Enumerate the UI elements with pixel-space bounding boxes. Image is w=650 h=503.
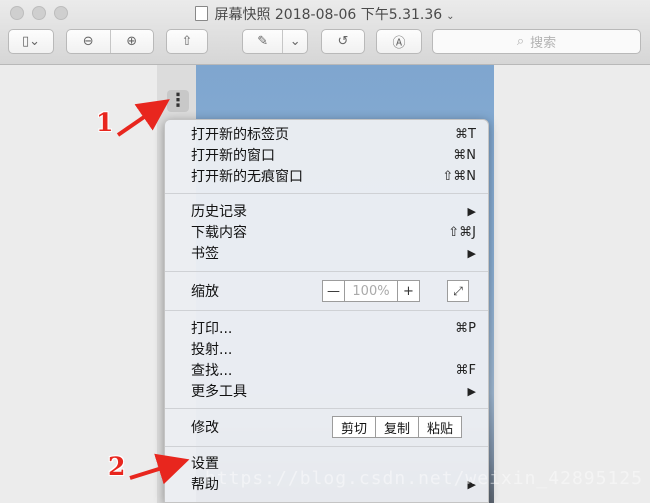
title-chevron-icon: ⌄ bbox=[446, 11, 455, 22]
fullscreen-icon: ⤢ bbox=[453, 284, 463, 298]
menu-item-label: 更多工具 bbox=[191, 384, 247, 400]
menu-item-new-incognito-window[interactable]: 打开新的无痕窗口 ⇧⌘N bbox=[191, 166, 476, 186]
markup-button[interactable]: ✎ bbox=[243, 30, 282, 53]
menu-item-label: 缩放 bbox=[191, 284, 219, 300]
menu-item-cast[interactable]: 投射... bbox=[191, 339, 476, 359]
annotate-icon: Ⓐ bbox=[392, 36, 406, 51]
more-options-button[interactable]: ⋮ bbox=[167, 90, 189, 112]
menu-item-label: 打开新的窗口 bbox=[191, 148, 275, 164]
menu-item-shortcut: ⌘N bbox=[453, 147, 476, 163]
cut-button[interactable]: 剪切 bbox=[332, 416, 377, 438]
submenu-arrow-icon: ▶ bbox=[467, 384, 476, 398]
rotate-button[interactable]: ↺ bbox=[321, 29, 365, 54]
menu-item-label: 书签 bbox=[191, 246, 219, 262]
menu-separator bbox=[165, 271, 488, 272]
zoom-in-icon: ⊕ bbox=[126, 34, 138, 49]
menu-item-shortcut: ⌘P bbox=[455, 320, 476, 336]
menu-item-label: 投射... bbox=[191, 342, 233, 358]
copy-button[interactable]: 复制 bbox=[376, 416, 420, 438]
submenu-arrow-icon: ▶ bbox=[467, 204, 476, 218]
menu-item-downloads[interactable]: 下载内容 ⇧⌘J bbox=[191, 222, 476, 242]
menu-item-new-tab[interactable]: 打开新的标签页 ⌘T bbox=[191, 124, 476, 144]
share-icon: ⇧ bbox=[181, 34, 193, 49]
step-1-label: 1 bbox=[96, 108, 114, 137]
menu-item-shortcut: ⇧⌘J bbox=[448, 224, 476, 240]
menu-item-bookmarks[interactable]: 书签 ▶ bbox=[191, 243, 476, 263]
menu-item-new-window[interactable]: 打开新的窗口 ⌘N bbox=[191, 145, 476, 165]
menu-separator bbox=[165, 310, 488, 311]
menu-item-label: 打开新的无痕窗口 bbox=[191, 169, 303, 185]
menu-item-more-tools[interactable]: 更多工具 ▶ bbox=[191, 381, 476, 401]
menu-item-label: 历史记录 bbox=[191, 204, 247, 220]
sidebar-icon: ▯⌄ bbox=[21, 34, 41, 49]
menu-item-edit: 修改 bbox=[191, 417, 219, 437]
document-icon bbox=[195, 6, 209, 21]
menu-item-label: 下载内容 bbox=[191, 225, 247, 241]
menu-item-history[interactable]: 历史记录 ▶ bbox=[191, 201, 476, 221]
chrome-menu: 打开新的标签页 ⌘T 打开新的窗口 ⌘N 打开新的无痕窗口 ⇧⌘N 历史记录 ▶ 下载内… bbox=[164, 119, 489, 503]
window-title-text: 屏幕快照 2018-08-06 下午5.31.36 bbox=[214, 7, 443, 23]
zoom-out-icon: ⊖ bbox=[82, 34, 94, 49]
menu-separator bbox=[165, 408, 488, 409]
menu-item-label: 打印... bbox=[191, 321, 233, 337]
paste-button[interactable]: 粘贴 bbox=[419, 416, 463, 438]
zoom-out-button[interactable]: ⊖ bbox=[67, 30, 110, 53]
menu-item-shortcut: ⌘T bbox=[455, 126, 476, 142]
sidebar-toggle-button[interactable]: ▯⌄ bbox=[8, 29, 54, 54]
pen-icon: ✎ bbox=[257, 34, 269, 49]
edit-controls: 剪切 复制 粘贴 bbox=[332, 416, 463, 438]
zoom-minus-button[interactable]: — bbox=[322, 280, 345, 302]
title-bar: 屏幕快照 2018-08-06 下午5.31.36 ⌄ ▯⌄ ⊖ ⊕ ⇧ ✎ ⌄ … bbox=[0, 0, 650, 65]
menu-item-print[interactable]: 打印... ⌘P bbox=[191, 318, 476, 338]
window-title[interactable]: 屏幕快照 2018-08-06 下午5.31.36 ⌄ bbox=[0, 4, 650, 24]
menu-item-label: 打开新的标签页 bbox=[191, 127, 289, 143]
fullscreen-button[interactable]: ⤢ bbox=[447, 280, 469, 302]
zoom-level: 100% bbox=[345, 280, 397, 302]
kebab-icon: ⋮ bbox=[169, 90, 187, 111]
menu-item-find[interactable]: 查找... ⌘F bbox=[191, 360, 476, 380]
menu-item-label: 修改 bbox=[191, 420, 219, 436]
menu-separator bbox=[165, 446, 488, 447]
zoom-in-button[interactable]: ⊕ bbox=[109, 30, 154, 53]
zoom-segment: ⊖ ⊕ bbox=[66, 29, 154, 54]
menu-item-shortcut: ⌘F bbox=[455, 362, 476, 378]
menu-item-label: 查找... bbox=[191, 363, 233, 379]
submenu-arrow-icon: ▶ bbox=[467, 246, 476, 260]
share-button[interactable]: ⇧ bbox=[166, 29, 208, 54]
chevron-down-icon: ⌄ bbox=[289, 34, 301, 49]
annotate-button[interactable]: Ⓐ bbox=[376, 29, 422, 54]
markup-segment: ✎ ⌄ bbox=[242, 29, 308, 54]
step-2-label: 2 bbox=[108, 452, 126, 481]
rotate-icon: ↺ bbox=[337, 34, 349, 49]
search-icon: ⌕ bbox=[516, 34, 525, 49]
menu-separator bbox=[165, 193, 488, 194]
zoom-control: — 100% + bbox=[322, 280, 420, 302]
zoom-plus-button[interactable]: + bbox=[397, 280, 420, 302]
menu-item-shortcut: ⇧⌘N bbox=[442, 168, 476, 184]
search-input[interactable]: ⌕ 搜索 bbox=[432, 29, 641, 54]
watermark-text: https://blog.csdn.net/weixin_42895125 bbox=[205, 468, 643, 489]
search-placeholder: 搜索 bbox=[530, 36, 557, 51]
menu-item-zoom: 缩放 bbox=[191, 281, 219, 301]
markup-menu-button[interactable]: ⌄ bbox=[282, 30, 307, 53]
